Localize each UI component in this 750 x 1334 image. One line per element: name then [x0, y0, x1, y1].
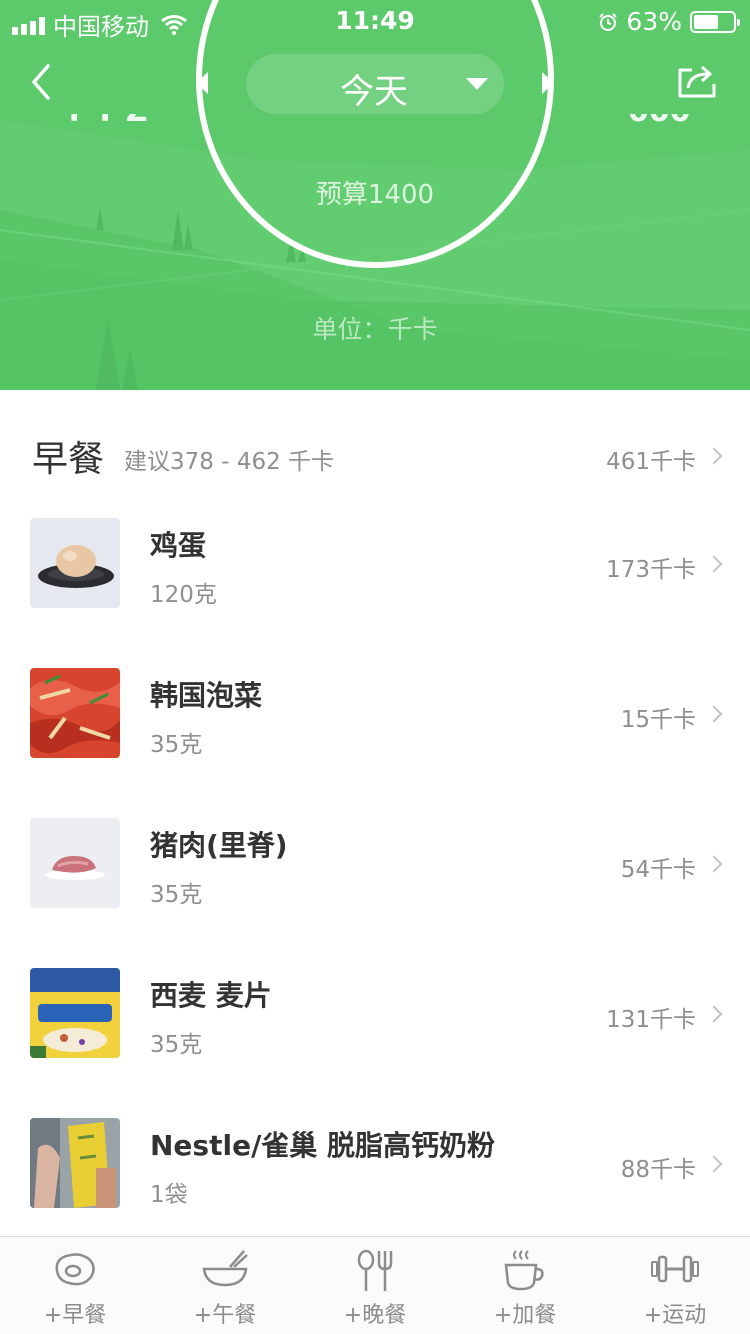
chevron-right-icon [705, 447, 723, 465]
next-day-icon[interactable] [538, 70, 558, 96]
food-thumbnail-egg [30, 518, 120, 608]
food-calories: 54千卡 [620, 857, 696, 883]
food-amount: 120克 [150, 582, 217, 608]
food-item[interactable]: 韩国泡菜 35克 15千卡 [0, 668, 750, 818]
food-amount: 1袋 [150, 1182, 188, 1208]
food-name: 猪肉(里脊) [150, 829, 288, 862]
battery-icon [690, 10, 740, 33]
food-thumbnail-kimchi [30, 668, 120, 758]
food-thumbnail-milk-powder [30, 1118, 120, 1208]
back-icon[interactable] [24, 62, 60, 102]
food-item[interactable]: 猪肉(里脊) 35克 54千卡 [0, 818, 750, 968]
chevron-right-icon [705, 1005, 723, 1023]
food-name: Nestle/雀巢 脱脂高钙奶粉 [150, 1129, 496, 1162]
food-amount: 35克 [150, 882, 203, 908]
chevron-down-icon [466, 78, 488, 90]
food-calories: 131千卡 [606, 1007, 696, 1033]
meal-total-calories: 461千卡 [606, 449, 696, 475]
unit-label: 单位：千卡 [312, 315, 438, 344]
status-bar: 中国移动 11:49 63% [0, 0, 750, 41]
date-selector[interactable]: 今天 [246, 54, 504, 114]
meal-suggestion: 建议378 - 462 千卡 [124, 449, 335, 475]
food-amount: 35克 [150, 732, 203, 758]
chevron-right-icon [705, 855, 723, 873]
food-calories: 88千卡 [620, 1157, 696, 1183]
add-exercise-tab[interactable]: +运动 [600, 1237, 750, 1334]
egg-icon [55, 1253, 95, 1286]
add-lunch-tab[interactable]: +午餐 [150, 1237, 300, 1334]
battery-percent: 63% [626, 7, 682, 36]
tab-label: +加餐 [493, 1303, 557, 1328]
previous-day-icon[interactable] [192, 70, 212, 96]
summary-header: T T Z 000 预算1400 单位：千卡 中国移动 11:49 63% [0, 0, 750, 390]
food-thumbnail-oatmeal [30, 968, 120, 1058]
tab-label: +运动 [643, 1303, 707, 1328]
food-amount: 35克 [150, 1032, 203, 1058]
food-thumbnail-pork [30, 818, 120, 908]
chevron-right-icon [705, 555, 723, 573]
tab-label: +早餐 [43, 1303, 107, 1328]
add-snack-tab[interactable]: +加餐 [450, 1237, 600, 1334]
date-label: 今天 [340, 72, 408, 112]
chevron-right-icon [705, 705, 723, 723]
food-name: 韩国泡菜 [150, 679, 263, 712]
spoon-fork-icon [357, 1249, 393, 1291]
meal-title: 早餐 [32, 439, 105, 480]
food-calories: 15千卡 [620, 707, 696, 733]
food-name: 西麦 麦片 [150, 979, 272, 1012]
tab-label: +晚餐 [343, 1303, 407, 1328]
cellular-signal-icon [12, 15, 45, 35]
food-item[interactable]: 西麦 麦片 35克 131千卡 [0, 968, 750, 1118]
wifi-icon [161, 14, 187, 35]
budget-label: 预算1400 [315, 180, 435, 210]
bowl-icon [202, 1250, 248, 1287]
carrier-name: 中国移动 [53, 13, 149, 41]
dumbbell-icon [651, 1255, 699, 1283]
share-icon[interactable] [676, 62, 718, 102]
tab-label: +午餐 [193, 1303, 257, 1328]
add-breakfast-tab[interactable]: +早餐 [0, 1237, 150, 1334]
meal-section-header[interactable]: 早餐 建议378 - 462 千卡 461千卡 [0, 420, 750, 490]
alarm-icon [599, 12, 618, 31]
food-item[interactable]: 鸡蛋 120克 173千卡 [0, 518, 750, 668]
bottom-tab-bar: +早餐 +午餐 +晚餐 +加餐 +运动 [0, 1236, 750, 1334]
chevron-right-icon [705, 1155, 723, 1173]
navigation-bar: 今天 [0, 48, 750, 120]
add-dinner-tab[interactable]: +晚餐 [300, 1237, 450, 1334]
food-calories: 173千卡 [606, 557, 696, 583]
food-name: 鸡蛋 [150, 529, 207, 562]
coffee-cup-icon [504, 1250, 544, 1291]
